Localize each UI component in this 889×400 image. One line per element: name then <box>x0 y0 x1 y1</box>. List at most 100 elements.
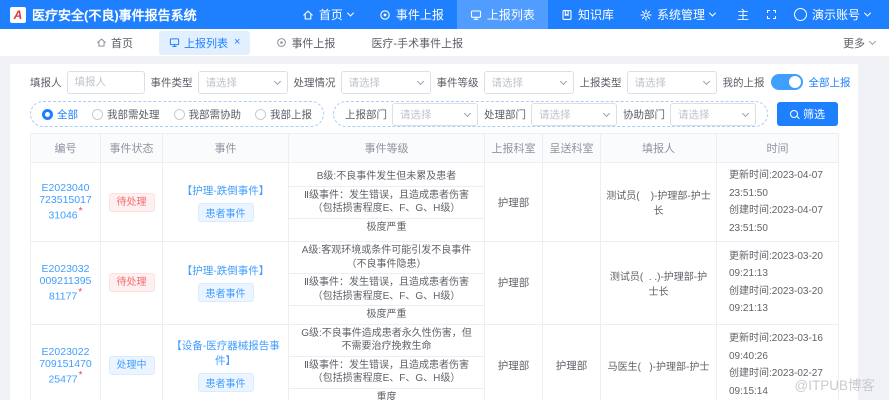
nav-item-knowledge[interactable]: 知识库 <box>548 0 627 29</box>
nav-item-label: 系统管理 <box>657 6 705 23</box>
assist-dept-select[interactable]: 请选择 <box>670 103 756 126</box>
radio-all[interactable]: 全部 <box>42 107 78 122</box>
required-mark: * <box>79 370 83 381</box>
tab-home[interactable]: 首页 <box>86 31 143 55</box>
col-status: 事件状态 <box>101 134 163 163</box>
handle-dept-label: 处理部门 <box>484 107 526 122</box>
monitor-icon <box>470 9 482 21</box>
tab-label: 上报列表 <box>184 35 228 51</box>
tab-report-list[interactable]: 上报列表 × <box>159 31 250 55</box>
level-text: 极度严重 <box>289 306 484 324</box>
handle-status-select[interactable]: 请选择 <box>341 71 431 94</box>
nav-item-report-list[interactable]: 上报列表 <box>457 0 548 29</box>
create-time: 创建时间:2023-04-07 23:51:50 <box>729 202 826 237</box>
search-button[interactable]: 筛选 <box>777 102 838 126</box>
level-text: Ⅱ级事件：发生错误，且造成患者伤害（包括损害程度E、F、G、H级） <box>289 187 484 219</box>
select-placeholder: 请选择 <box>349 75 381 90</box>
navbar-menu: 首页 事件上报 上报列表 知识库 系统管理 主 演示账号 <box>289 0 879 29</box>
filter-row-2: 全部 我部需处理 我部需协助 我部上报 上报部门 请选择 处理部门 <box>30 100 838 128</box>
event-name-link[interactable]: 【护理-跌倒事件】 <box>167 263 284 278</box>
brand: A 医疗安全(不良)事件报告系统 <box>10 5 197 24</box>
monitor-icon <box>169 37 180 48</box>
required-mark: * <box>79 206 83 217</box>
level-text: G级:不良事件造成患者永久性伤害，但不需要治疗挽救生命 <box>289 325 484 357</box>
tab-surgery-report[interactable]: 医疗-手术事件上报 <box>361 31 473 55</box>
chevron-down-icon <box>709 10 716 17</box>
radio-need-assist[interactable]: 我部需协助 <box>174 107 242 122</box>
nav-item-label: 知识库 <box>578 6 614 23</box>
table-row: E202302270915147025477* 处理中 【设备-医疗器械报告事件… <box>31 324 839 400</box>
chevron-down-icon <box>742 109 749 116</box>
target-icon <box>379 9 391 21</box>
events-table: 编号 事件状态 事件 事件等级 上报科室 呈送科室 填报人 时间 E202304… <box>30 133 839 400</box>
update-time: 更新时间:2023-03-16 09:40:26 <box>729 330 826 365</box>
select-placeholder: 请选择 <box>539 107 571 122</box>
radio-icon <box>42 109 53 120</box>
search-button-label: 筛选 <box>803 106 825 122</box>
status-badge: 待处理 <box>109 273 155 292</box>
report-dept-select[interactable]: 请选择 <box>392 103 478 126</box>
select-placeholder: 请选择 <box>678 107 710 122</box>
level-text: A级:客观环境或条件可能引发不良事件（不良事件隐患） <box>289 242 484 274</box>
home-icon <box>96 37 107 48</box>
report-scope-toggle[interactable] <box>771 74 803 90</box>
more-button[interactable]: 更多 <box>843 35 875 51</box>
text-size-icon: 主 <box>737 9 749 21</box>
handle-status-label: 处理情况 <box>294 75 336 90</box>
event-id-link[interactable]: E202304072351501731046 <box>39 182 92 222</box>
level-text: 极度严重 <box>289 219 484 237</box>
reporter-input[interactable] <box>67 71 145 94</box>
tab-close-icon[interactable]: × <box>234 37 240 48</box>
col-id: 编号 <box>31 134 101 163</box>
report-list-card: 填报人 事件类型 请选择 处理情况 请选择 事件等级 请选择 上报类型 请选择 … <box>10 64 858 400</box>
event-name-link[interactable]: 【设备-医疗器械报告事件】 <box>167 338 284 368</box>
chevron-down-icon <box>702 77 709 84</box>
nav-item-home[interactable]: 首页 <box>289 0 366 29</box>
chevron-down-icon <box>864 10 871 17</box>
radio-label: 我部需协助 <box>189 107 242 122</box>
radio-my-dept-report[interactable]: 我部上报 <box>255 107 312 122</box>
submit-dept-cell: 护理部 <box>543 324 601 400</box>
chevron-down-icon <box>347 10 354 17</box>
col-time: 时间 <box>717 134 839 163</box>
event-id-link[interactable]: E202302270915147025477 <box>39 346 92 386</box>
target-icon <box>276 37 287 48</box>
app-logo-icon: A <box>10 7 26 23</box>
report-dept-cell: 护理部 <box>485 324 543 400</box>
app-title: 医疗安全(不良)事件报告系统 <box>32 5 197 24</box>
nav-item-label: 上报列表 <box>487 6 535 23</box>
select-placeholder: 请选择 <box>400 107 432 122</box>
event-tag: 患者事件 <box>198 373 254 392</box>
event-name-link[interactable]: 【护理-跌倒事件】 <box>167 183 284 198</box>
radio-icon <box>92 109 103 120</box>
user-menu[interactable]: 演示账号 <box>785 0 879 29</box>
radio-label: 全部 <box>57 107 78 122</box>
select-placeholder: 请选择 <box>635 75 667 90</box>
text-size-button[interactable]: 主 <box>728 0 758 29</box>
report-dept-cell: 护理部 <box>485 163 543 242</box>
assist-dept-label: 协助部门 <box>623 107 665 122</box>
radio-need-handle[interactable]: 我部需处理 <box>92 107 160 122</box>
required-mark: * <box>78 287 82 298</box>
nav-item-system[interactable]: 系统管理 <box>627 0 728 29</box>
tab-label: 事件上报 <box>291 35 335 51</box>
nav-item-event-report[interactable]: 事件上报 <box>366 0 457 29</box>
table-header-row: 编号 事件状态 事件 事件等级 上报科室 呈送科室 填报人 时间 <box>31 134 839 163</box>
dept-filter-group: 上报部门 请选择 处理部门 请选择 协助部门 请选择 <box>333 101 768 127</box>
fullscreen-button[interactable] <box>758 0 785 29</box>
tab-event-report[interactable]: 事件上报 <box>266 31 345 55</box>
report-type-select[interactable]: 请选择 <box>627 71 717 94</box>
chevron-down-icon <box>603 109 610 116</box>
all-report-label: 全部上报 <box>809 75 851 90</box>
col-event: 事件 <box>163 134 289 163</box>
event-id-link[interactable]: E202303200921139581177 <box>40 263 92 303</box>
reporter-cell: 测试员( )-护理部-护士长 <box>601 163 717 242</box>
status-badge: 处理中 <box>109 356 155 375</box>
event-level-select[interactable]: 请选择 <box>484 71 574 94</box>
scope-radio-group: 全部 我部需处理 我部需协助 我部上报 <box>30 101 324 127</box>
reporter-cell: 马医生( )-护理部-护士 <box>601 324 717 400</box>
event-type-select[interactable]: 请选择 <box>198 71 288 94</box>
handle-dept-select[interactable]: 请选择 <box>531 103 617 126</box>
col-submit-dept: 呈送科室 <box>543 134 601 163</box>
level-text: 重度 <box>289 389 484 400</box>
